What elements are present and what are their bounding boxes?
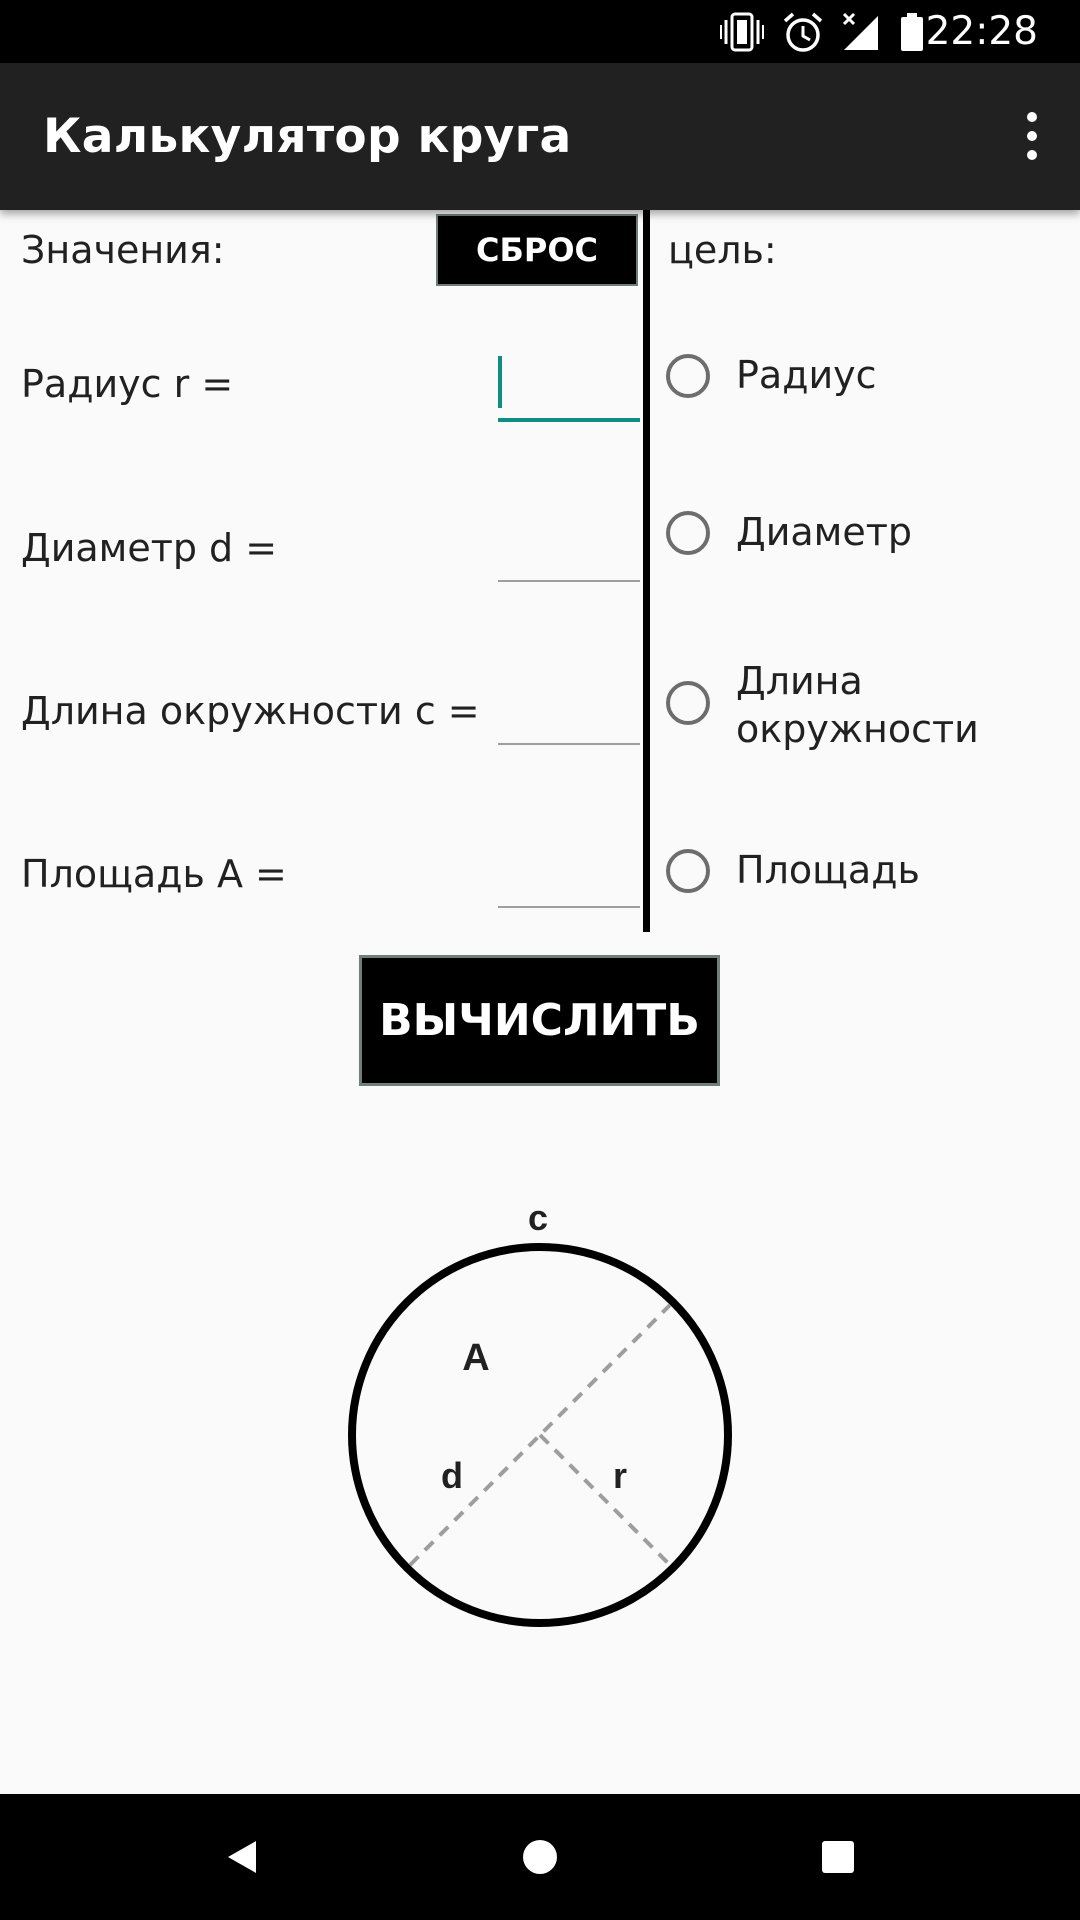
- reset-button[interactable]: СБРОС: [436, 214, 638, 286]
- back-icon[interactable]: [212, 1827, 272, 1887]
- radius-label: Радиус r =: [21, 362, 234, 406]
- status-time: 22:28: [925, 9, 1038, 54]
- radio-label: окружности: [736, 707, 979, 751]
- menu-dot: [1027, 150, 1037, 160]
- recents-icon[interactable]: [808, 1827, 868, 1887]
- app-title: Калькулятор круга: [43, 109, 572, 164]
- menu-dot: [1027, 112, 1037, 122]
- diameter-label: Диаметр d =: [21, 526, 278, 570]
- target-header: цель:: [668, 228, 777, 272]
- radio-label: Диаметр: [736, 510, 912, 554]
- calculate-button[interactable]: ВЫЧИСЛИТЬ: [359, 955, 720, 1086]
- column-divider: [643, 210, 650, 932]
- circle-diagram: c A d r: [348, 1197, 732, 1627]
- signal-off-icon: [842, 12, 880, 56]
- battery-icon: [899, 12, 925, 56]
- overflow-menu-icon[interactable]: [1002, 101, 1062, 171]
- text-cursor: [498, 356, 502, 408]
- circumference-mark: c: [528, 1197, 548, 1238]
- home-icon[interactable]: [510, 1827, 570, 1887]
- radio-label: Площадь: [736, 848, 920, 892]
- values-header: Значения:: [21, 228, 225, 272]
- radius-line: [538, 1433, 672, 1567]
- circumference-label: Длина окружности c =: [21, 689, 480, 733]
- navigation-bar: [0, 1794, 1080, 1920]
- radio-button[interactable]: [666, 681, 710, 725]
- radio-button[interactable]: [666, 354, 710, 398]
- area-label: Площадь A =: [21, 852, 287, 896]
- alarm-icon: [782, 12, 824, 58]
- area-mark: A: [462, 1337, 489, 1379]
- status-bar: 22:28: [0, 0, 1080, 63]
- menu-dot: [1027, 131, 1037, 141]
- diameter-input[interactable]: [498, 528, 640, 582]
- radio-button[interactable]: [666, 849, 710, 893]
- app-bar: Калькулятор круга: [0, 63, 1080, 210]
- radius-input[interactable]: [498, 366, 640, 422]
- circumference-input[interactable]: [498, 691, 640, 745]
- area-input[interactable]: [498, 854, 640, 908]
- diameter-mark: d: [441, 1455, 463, 1496]
- radio-label: Радиус: [736, 353, 877, 397]
- radio-button[interactable]: [666, 511, 710, 555]
- radio-label: Длина: [736, 659, 863, 703]
- radius-mark: r: [613, 1455, 627, 1496]
- vibrate-icon: [720, 12, 764, 56]
